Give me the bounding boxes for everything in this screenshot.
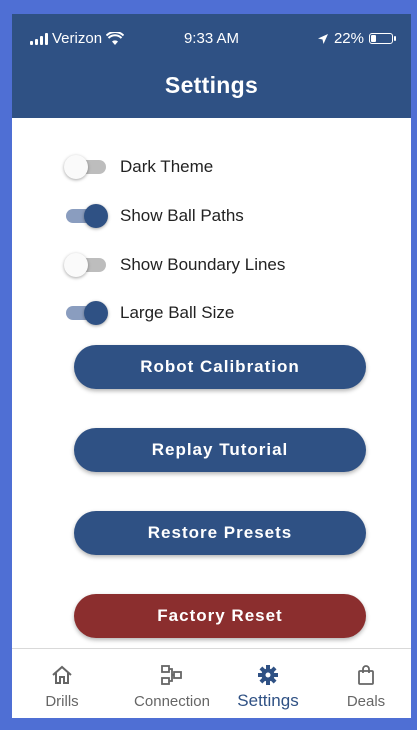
large-ball-size-switch[interactable] xyxy=(64,301,110,325)
app-screen: Verizon 9:33 AM 22% Settings Dark Theme … xyxy=(12,14,411,718)
location-arrow-icon xyxy=(317,33,328,44)
show-ball-paths-switch[interactable] xyxy=(64,204,110,228)
gear-icon xyxy=(257,663,279,687)
toggle-row-large-ball-size[interactable]: Large Ball Size xyxy=(64,301,234,325)
tab-deals[interactable]: Deals xyxy=(330,649,402,718)
battery-percent: 22% xyxy=(333,30,364,47)
show-boundary-lines-switch[interactable] xyxy=(64,253,110,277)
toggle-label: Dark Theme xyxy=(120,157,214,176)
toggle-row-show-ball-paths[interactable]: Show Ball Paths xyxy=(64,204,244,228)
dark-theme-switch[interactable] xyxy=(64,155,110,179)
status-bar-right: 22% xyxy=(317,30,396,47)
toggle-row-show-boundary-lines[interactable]: Show Boundary Lines xyxy=(64,253,285,277)
toggle-row-dark-theme[interactable]: Dark Theme xyxy=(64,155,213,179)
network-icon xyxy=(160,663,184,687)
tab-label: Deals xyxy=(346,693,386,710)
robot-calibration-button[interactable]: Robot Calibration xyxy=(74,345,366,389)
battery-icon xyxy=(369,33,396,44)
header: Verizon 9:33 AM 22% Settings xyxy=(12,14,411,118)
replay-tutorial-button[interactable]: Replay Tutorial xyxy=(74,428,366,472)
tab-bar: Drills Connection Settings Deals xyxy=(12,648,411,718)
tab-settings[interactable]: Settings xyxy=(228,649,308,718)
tab-label: Connection xyxy=(134,693,210,710)
restore-presets-button[interactable]: Restore Presets xyxy=(74,511,366,555)
tab-drills[interactable]: Drills xyxy=(22,649,102,718)
factory-reset-button[interactable]: Factory Reset xyxy=(74,594,366,638)
toggle-label: Show Boundary Lines xyxy=(120,255,286,274)
home-icon xyxy=(51,663,73,687)
toggle-label: Show Ball Paths xyxy=(120,206,244,225)
shopping-bag-icon xyxy=(355,663,377,687)
tab-label: Drills xyxy=(45,693,79,710)
toggle-label: Large Ball Size xyxy=(120,303,235,322)
page-title: Settings xyxy=(164,72,259,98)
tab-label: Settings xyxy=(237,691,299,710)
tab-connection[interactable]: Connection xyxy=(122,649,222,718)
